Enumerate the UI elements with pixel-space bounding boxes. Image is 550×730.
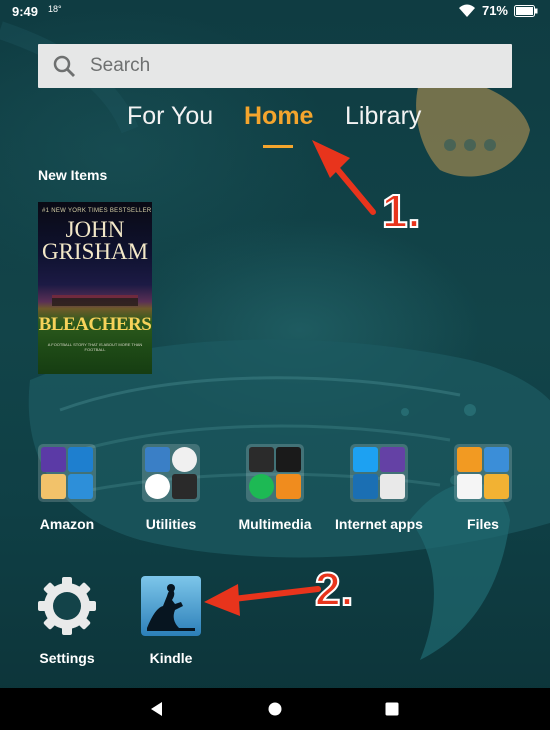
app-files[interactable]: Files xyxy=(423,444,543,532)
section-title: New Items xyxy=(38,167,108,183)
app-internet-apps[interactable]: Internet apps xyxy=(319,444,439,532)
book-title: BLEACHERS xyxy=(38,314,152,335)
recents-icon[interactable] xyxy=(385,702,399,716)
battery-percent: 71% xyxy=(481,3,508,18)
multimedia-folder-icon xyxy=(246,444,304,502)
kindle-icon xyxy=(141,576,201,636)
annotation-label-1: 1. xyxy=(381,184,421,238)
tab-library[interactable]: Library xyxy=(345,102,421,131)
gear-icon xyxy=(38,577,96,635)
annotation-label-2: 2. xyxy=(314,562,354,616)
app-amazon[interactable]: Amazon xyxy=(7,444,127,532)
search-bar[interactable]: Search xyxy=(38,44,512,88)
app-multimedia[interactable]: Multimedia xyxy=(215,444,335,532)
status-bar: 9:49 18° 71% xyxy=(0,0,550,24)
amazon-folder-icon xyxy=(38,444,96,502)
temperature: 18° xyxy=(48,4,62,14)
app-kindle[interactable]: Kindle xyxy=(111,576,231,666)
navigation-bar xyxy=(0,688,550,730)
app-utilities[interactable]: Utilities xyxy=(111,444,231,532)
search-placeholder: Search xyxy=(90,55,151,76)
internet-folder-icon xyxy=(350,444,408,502)
status-icons: 71% xyxy=(458,3,538,18)
home-icon[interactable] xyxy=(268,702,282,716)
home-screen: 9:49 18° 71% Search For You Home Library… xyxy=(0,0,550,730)
tab-for-you[interactable]: For You xyxy=(127,102,213,131)
files-folder-icon xyxy=(454,444,512,502)
active-tab-indicator xyxy=(263,145,293,148)
tab-home[interactable]: Home xyxy=(244,102,313,131)
wifi-icon xyxy=(458,4,475,17)
app-settings[interactable]: Settings xyxy=(7,576,127,666)
battery-icon xyxy=(514,4,538,17)
book-blurb: A FOOTBALL STORY THAT IS ABOUT MORE THAN… xyxy=(47,342,143,352)
back-icon[interactable] xyxy=(150,701,164,717)
book-cover[interactable]: #1 NEW YORK TIMES BESTSELLER JOHN GRISHA… xyxy=(38,202,152,374)
clock: 9:49 xyxy=(12,4,39,19)
search-icon xyxy=(53,55,75,77)
utilities-folder-icon xyxy=(142,444,200,502)
